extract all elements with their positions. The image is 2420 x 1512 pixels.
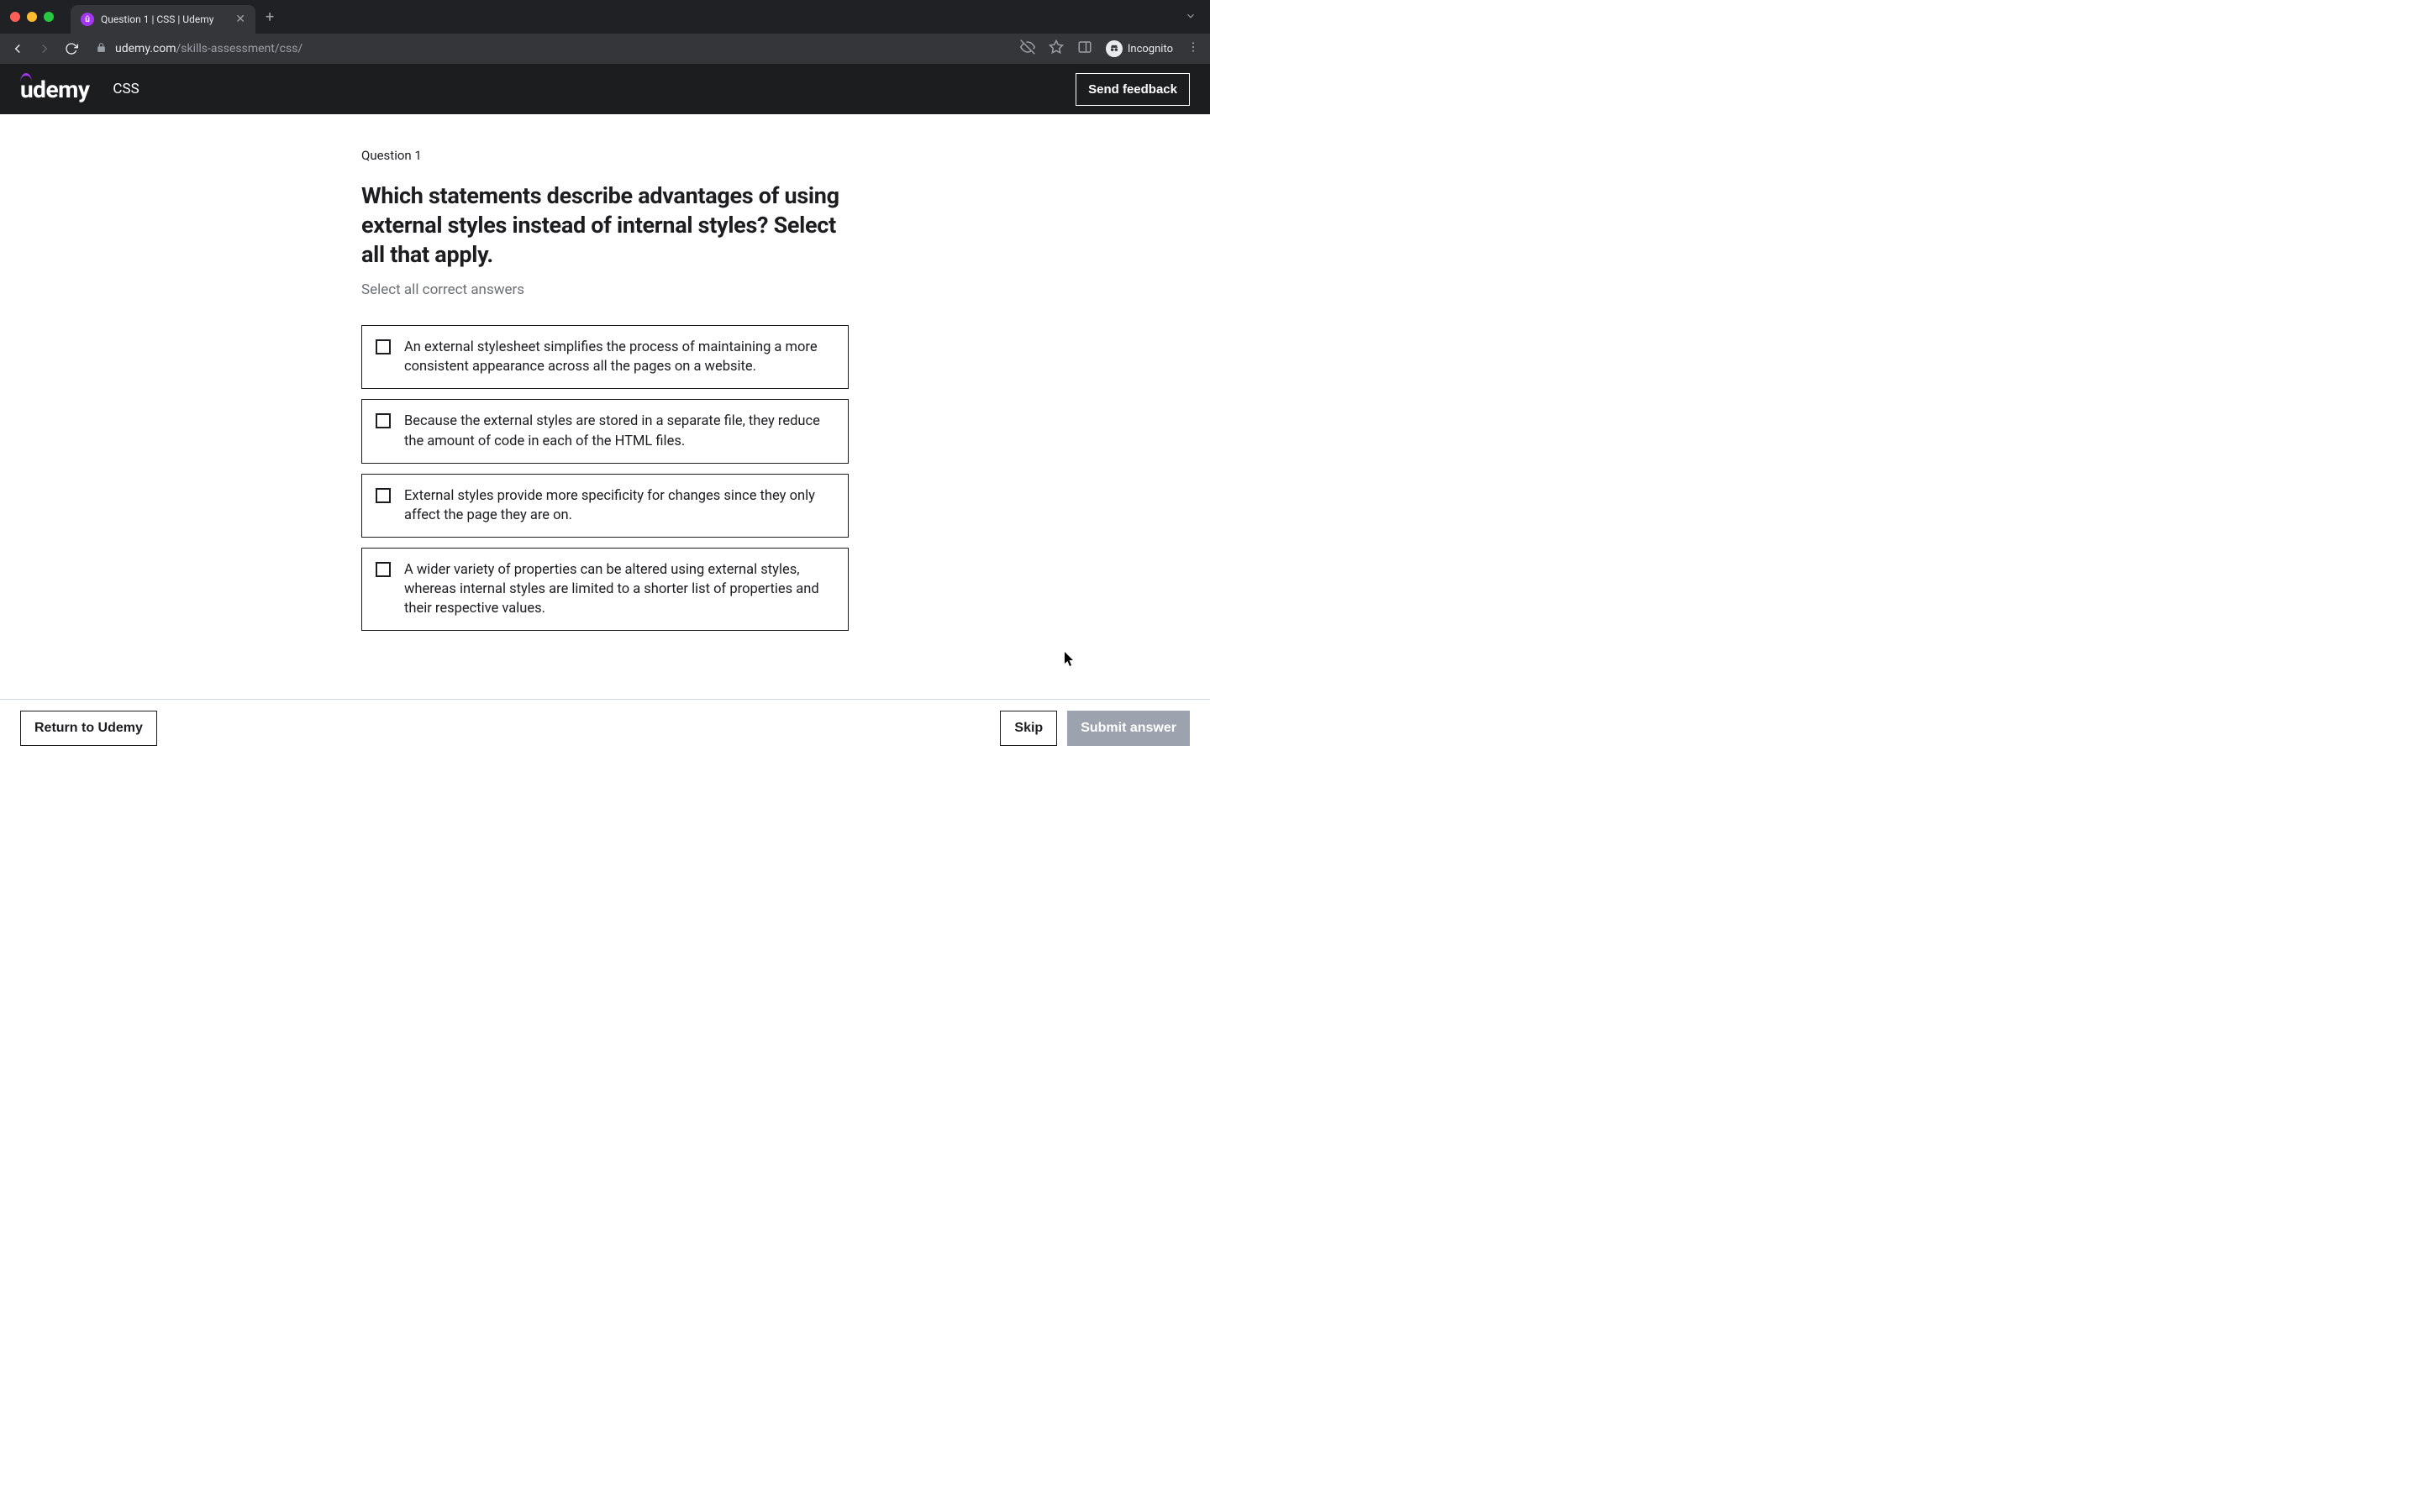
incognito-badge[interactable]: Incognito xyxy=(1106,40,1173,57)
course-title: CSS xyxy=(113,81,139,97)
submit-answer-button[interactable]: Submit answer xyxy=(1067,711,1190,746)
answer-option[interactable]: External styles provide more specificity… xyxy=(361,474,849,538)
incognito-icon xyxy=(1106,40,1123,57)
answer-option[interactable]: A wider variety of properties can be alt… xyxy=(361,548,849,631)
incognito-label: Incognito xyxy=(1128,43,1173,55)
eye-off-icon[interactable] xyxy=(1020,39,1035,58)
lock-icon xyxy=(96,42,107,55)
checkbox-icon[interactable] xyxy=(376,488,391,503)
close-window-button[interactable] xyxy=(10,12,20,22)
main-content: Question 1 Which statements describe adv… xyxy=(0,114,1210,699)
question-hint: Select all correct answers xyxy=(361,281,849,298)
close-tab-icon[interactable]: ✕ xyxy=(235,13,245,26)
browser-action-icons: Incognito xyxy=(1020,39,1200,58)
forward-button[interactable] xyxy=(37,41,52,56)
skip-button[interactable]: Skip xyxy=(1000,711,1057,746)
question-text: Which statements describe advantages of … xyxy=(361,181,849,270)
url-input[interactable]: udemy.com/skills-assessment/css/ xyxy=(91,42,1008,55)
tab-favicon-icon: û xyxy=(81,13,94,26)
header-left: udemy CSS xyxy=(20,76,139,103)
back-button[interactable] xyxy=(10,41,25,56)
return-button[interactable]: Return to Udemy xyxy=(20,711,157,746)
address-bar: udemy.com/skills-assessment/css/ Incogni… xyxy=(0,34,1210,64)
answer-text: An external stylesheet simplifies the pr… xyxy=(404,338,834,376)
question-number: Question 1 xyxy=(361,148,849,163)
browser-tab[interactable]: û Question 1 | CSS | Udemy ✕ xyxy=(71,5,255,34)
panel-icon[interactable] xyxy=(1077,39,1092,58)
send-feedback-button[interactable]: Send feedback xyxy=(1076,73,1190,106)
star-icon[interactable] xyxy=(1049,39,1064,58)
answer-text: External styles provide more specificity… xyxy=(404,486,834,525)
minimize-window-button[interactable] xyxy=(27,12,37,22)
answer-text: Because the external styles are stored i… xyxy=(404,412,834,450)
window-controls xyxy=(10,12,54,22)
checkbox-icon[interactable] xyxy=(376,339,391,354)
url-text: udemy.com/skills-assessment/css/ xyxy=(115,42,302,55)
question-container: Question 1 Which statements describe adv… xyxy=(361,148,849,631)
browser-chrome: û Question 1 | CSS | Udemy ✕ + udemy.com… xyxy=(0,0,1210,64)
app-header: udemy CSS Send feedback xyxy=(0,64,1210,114)
answer-option[interactable]: An external stylesheet simplifies the pr… xyxy=(361,325,849,389)
kebab-menu-icon[interactable] xyxy=(1186,40,1200,57)
new-tab-button[interactable]: + xyxy=(266,8,274,26)
checkbox-icon[interactable] xyxy=(376,413,391,428)
chevron-down-icon[interactable] xyxy=(1185,9,1197,25)
tab-title: Question 1 | CSS | Udemy xyxy=(101,13,229,25)
footer-bar: Return to Udemy Skip Submit answer xyxy=(0,699,1210,756)
reload-button[interactable] xyxy=(64,42,79,55)
tab-bar: û Question 1 | CSS | Udemy ✕ + xyxy=(0,0,1210,34)
udemy-logo[interactable]: udemy xyxy=(20,76,89,103)
checkbox-icon[interactable] xyxy=(376,562,391,577)
answer-text: A wider variety of properties can be alt… xyxy=(404,560,834,618)
maximize-window-button[interactable] xyxy=(44,12,54,22)
answer-option[interactable]: Because the external styles are stored i… xyxy=(361,399,849,463)
footer-right: Skip Submit answer xyxy=(1000,711,1190,746)
